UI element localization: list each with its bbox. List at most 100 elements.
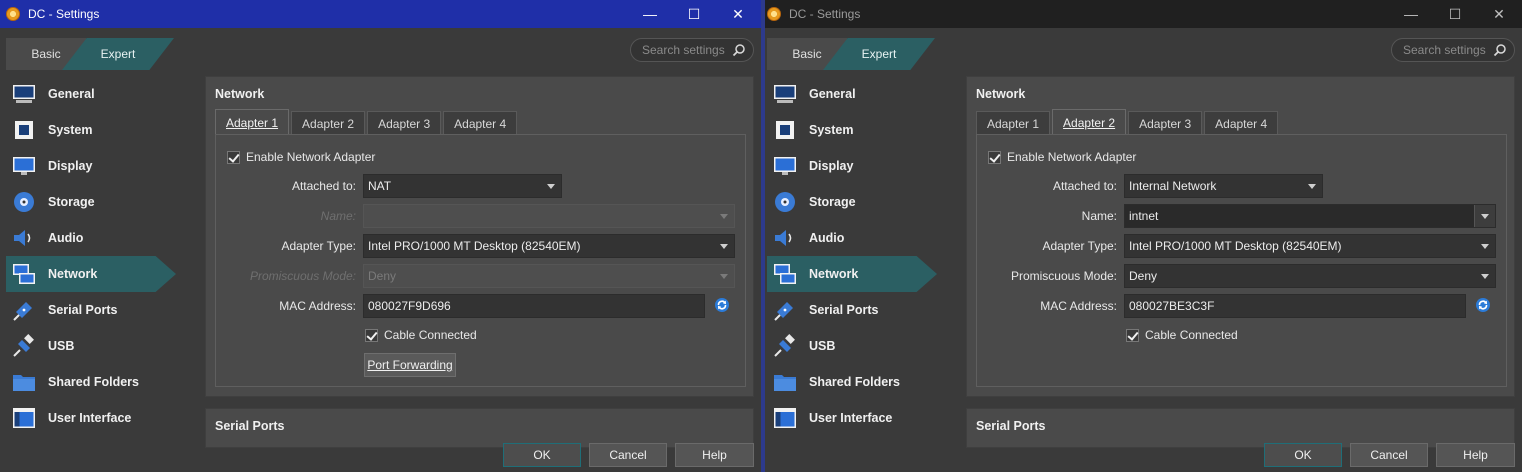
name-label: Name: xyxy=(1081,209,1117,223)
tab-adapter-2[interactable]: Adapter 2 xyxy=(1052,109,1127,135)
adapter-tabs: Adapter 1 Adapter 2 Adapter 3 Adapter 4 xyxy=(215,109,519,135)
promiscuous-row: Promiscuous Mode: Deny xyxy=(216,264,747,288)
promiscuous-select[interactable]: Deny xyxy=(1124,264,1496,288)
sidebar-item-system[interactable]: System xyxy=(6,112,176,148)
enable-adapter-row[interactable]: Enable Network Adapter xyxy=(227,145,375,169)
sidebar-item-serial-ports[interactable]: Serial Ports xyxy=(6,292,176,328)
sidebar-item-label: Audio xyxy=(809,231,845,245)
adapter-type-select[interactable]: Intel PRO/1000 MT Desktop (82540EM) xyxy=(1124,234,1496,258)
tab-adapter-4[interactable]: Adapter 4 xyxy=(1204,111,1279,135)
mac-label: MAC Address: xyxy=(1040,299,1117,313)
minimize-icon[interactable]: — xyxy=(1389,0,1433,28)
chevron-down-icon xyxy=(720,214,728,219)
sidebar-item-shared-folders[interactable]: Shared Folders xyxy=(767,364,937,400)
sidebar-item-label: Display xyxy=(48,159,93,173)
close-icon[interactable]: ✕ xyxy=(1477,0,1521,28)
checkbox-checked-icon[interactable] xyxy=(1126,328,1139,342)
sidebar-item-display[interactable]: Display xyxy=(767,148,937,184)
name-input[interactable]: intnet xyxy=(1124,204,1496,228)
sidebar-item-serial-ports[interactable]: Serial Ports xyxy=(767,292,937,328)
sidebar-item-user-interface[interactable]: User Interface xyxy=(767,400,937,436)
sidebar-item-system[interactable]: System xyxy=(767,112,937,148)
enable-adapter-row[interactable]: Enable Network Adapter xyxy=(988,145,1136,169)
tab-label: Adapter 2 xyxy=(302,116,355,131)
sidebar-item-label: Serial Ports xyxy=(809,303,879,317)
chevron-down-icon xyxy=(720,244,728,249)
tab-adapter-3[interactable]: Adapter 3 xyxy=(367,111,442,135)
tab-label: Adapter 1 xyxy=(226,115,279,130)
sidebar-item-label: Shared Folders xyxy=(48,375,139,389)
mac-row: MAC Address: 080027BE3C3F xyxy=(977,294,1508,318)
help-button[interactable]: Help xyxy=(675,443,754,467)
storage-icon xyxy=(773,190,797,214)
tab-adapter-1[interactable]: Adapter 1 xyxy=(976,111,1051,135)
sidebar-item-label: Network xyxy=(809,267,859,281)
enable-adapter-label: Enable Network Adapter xyxy=(1007,150,1137,164)
sidebar-item-general[interactable]: General xyxy=(6,76,176,112)
search-input[interactable]: Search settings xyxy=(1391,38,1515,62)
sidebar-item-storage[interactable]: Storage xyxy=(6,184,176,220)
sidebar-item-label: Audio xyxy=(48,231,84,245)
checkbox-checked-icon[interactable] xyxy=(365,328,378,342)
cable-row[interactable]: Cable Connected xyxy=(365,323,477,347)
sidebar-item-label: User Interface xyxy=(48,411,132,425)
mac-address-input[interactable]: 080027BE3C3F xyxy=(1124,294,1466,318)
sidebar-item-display[interactable]: Display xyxy=(6,148,176,184)
name-dropdown-button[interactable] xyxy=(1474,205,1495,227)
tab-adapter-3[interactable]: Adapter 3 xyxy=(1128,111,1203,135)
window-title: DC - Settings xyxy=(28,7,100,21)
next-section-title: Serial Ports xyxy=(976,419,1046,433)
general-icon xyxy=(773,82,797,106)
tab-adapter-2[interactable]: Adapter 2 xyxy=(291,111,366,135)
ok-button[interactable]: OK xyxy=(503,443,581,467)
tab-label: Adapter 4 xyxy=(454,116,507,131)
refresh-mac-icon[interactable] xyxy=(714,297,730,313)
attached-value: NAT xyxy=(368,179,392,193)
sidebar-item-usb[interactable]: USB xyxy=(6,328,176,364)
sidebar-item-audio[interactable]: Audio xyxy=(6,220,176,256)
adapter-type-row: Adapter Type: Intel PRO/1000 MT Desktop … xyxy=(216,234,747,258)
sidebar-item-general[interactable]: General xyxy=(767,76,937,112)
name-select[interactable] xyxy=(363,204,735,228)
sidebar-item-network[interactable]: Network xyxy=(767,256,937,292)
usb-icon xyxy=(12,334,36,358)
mac-address-input[interactable]: 080027F9D696 xyxy=(363,294,705,318)
tab-adapter-1[interactable]: Adapter 1 xyxy=(215,109,290,135)
ok-button[interactable]: OK xyxy=(1264,443,1342,467)
checkbox-checked-icon[interactable] xyxy=(227,150,240,164)
refresh-mac-icon[interactable] xyxy=(1475,297,1491,313)
cancel-button[interactable]: Cancel xyxy=(589,443,667,467)
promiscuous-select[interactable]: Deny xyxy=(363,264,735,288)
sidebar-item-storage[interactable]: Storage xyxy=(767,184,937,220)
attached-select[interactable]: NAT xyxy=(363,174,562,198)
sidebar-item-user-interface[interactable]: User Interface xyxy=(6,400,176,436)
adapter-tabs: Adapter 1 Adapter 2 Adapter 3 Adapter 4 xyxy=(976,109,1280,135)
title-bar: DC - Settings — ☐ ✕ xyxy=(0,0,761,28)
cable-row[interactable]: Cable Connected xyxy=(1126,323,1238,347)
maximize-icon[interactable]: ☐ xyxy=(1433,0,1477,28)
sidebar-item-network[interactable]: Network xyxy=(6,256,176,292)
sidebar-item-usb[interactable]: USB xyxy=(767,328,937,364)
sidebar-item-label: System xyxy=(48,123,93,137)
promiscuous-row: Promiscuous Mode: Deny xyxy=(977,264,1508,288)
checkbox-checked-icon[interactable] xyxy=(988,150,1001,164)
close-icon[interactable]: ✕ xyxy=(716,0,760,28)
tab-label: Adapter 2 xyxy=(1063,115,1116,130)
port-forwarding-button[interactable]: Port Forwarding xyxy=(364,353,456,377)
tab-adapter-4[interactable]: Adapter 4 xyxy=(443,111,518,135)
adapter-type-select[interactable]: Intel PRO/1000 MT Desktop (82540EM) xyxy=(363,234,735,258)
cancel-button[interactable]: Cancel xyxy=(1350,443,1428,467)
attached-select[interactable]: Internal Network xyxy=(1124,174,1323,198)
chevron-down-icon xyxy=(1308,184,1316,189)
sidebar-nav: General System Display Storage Audio Net… xyxy=(767,76,937,436)
sidebar-item-label: USB xyxy=(809,339,836,353)
maximize-icon[interactable]: ☐ xyxy=(672,0,716,28)
sidebar-item-shared-folders[interactable]: Shared Folders xyxy=(6,364,176,400)
search-input[interactable]: Search settings xyxy=(630,38,754,62)
sidebar-item-audio[interactable]: Audio xyxy=(767,220,937,256)
chevron-down-icon xyxy=(720,274,728,279)
tab-label: Adapter 1 xyxy=(987,116,1040,131)
minimize-icon[interactable]: — xyxy=(628,0,672,28)
promiscuous-label: Promiscuous Mode: xyxy=(1010,269,1117,283)
help-button[interactable]: Help xyxy=(1436,443,1515,467)
